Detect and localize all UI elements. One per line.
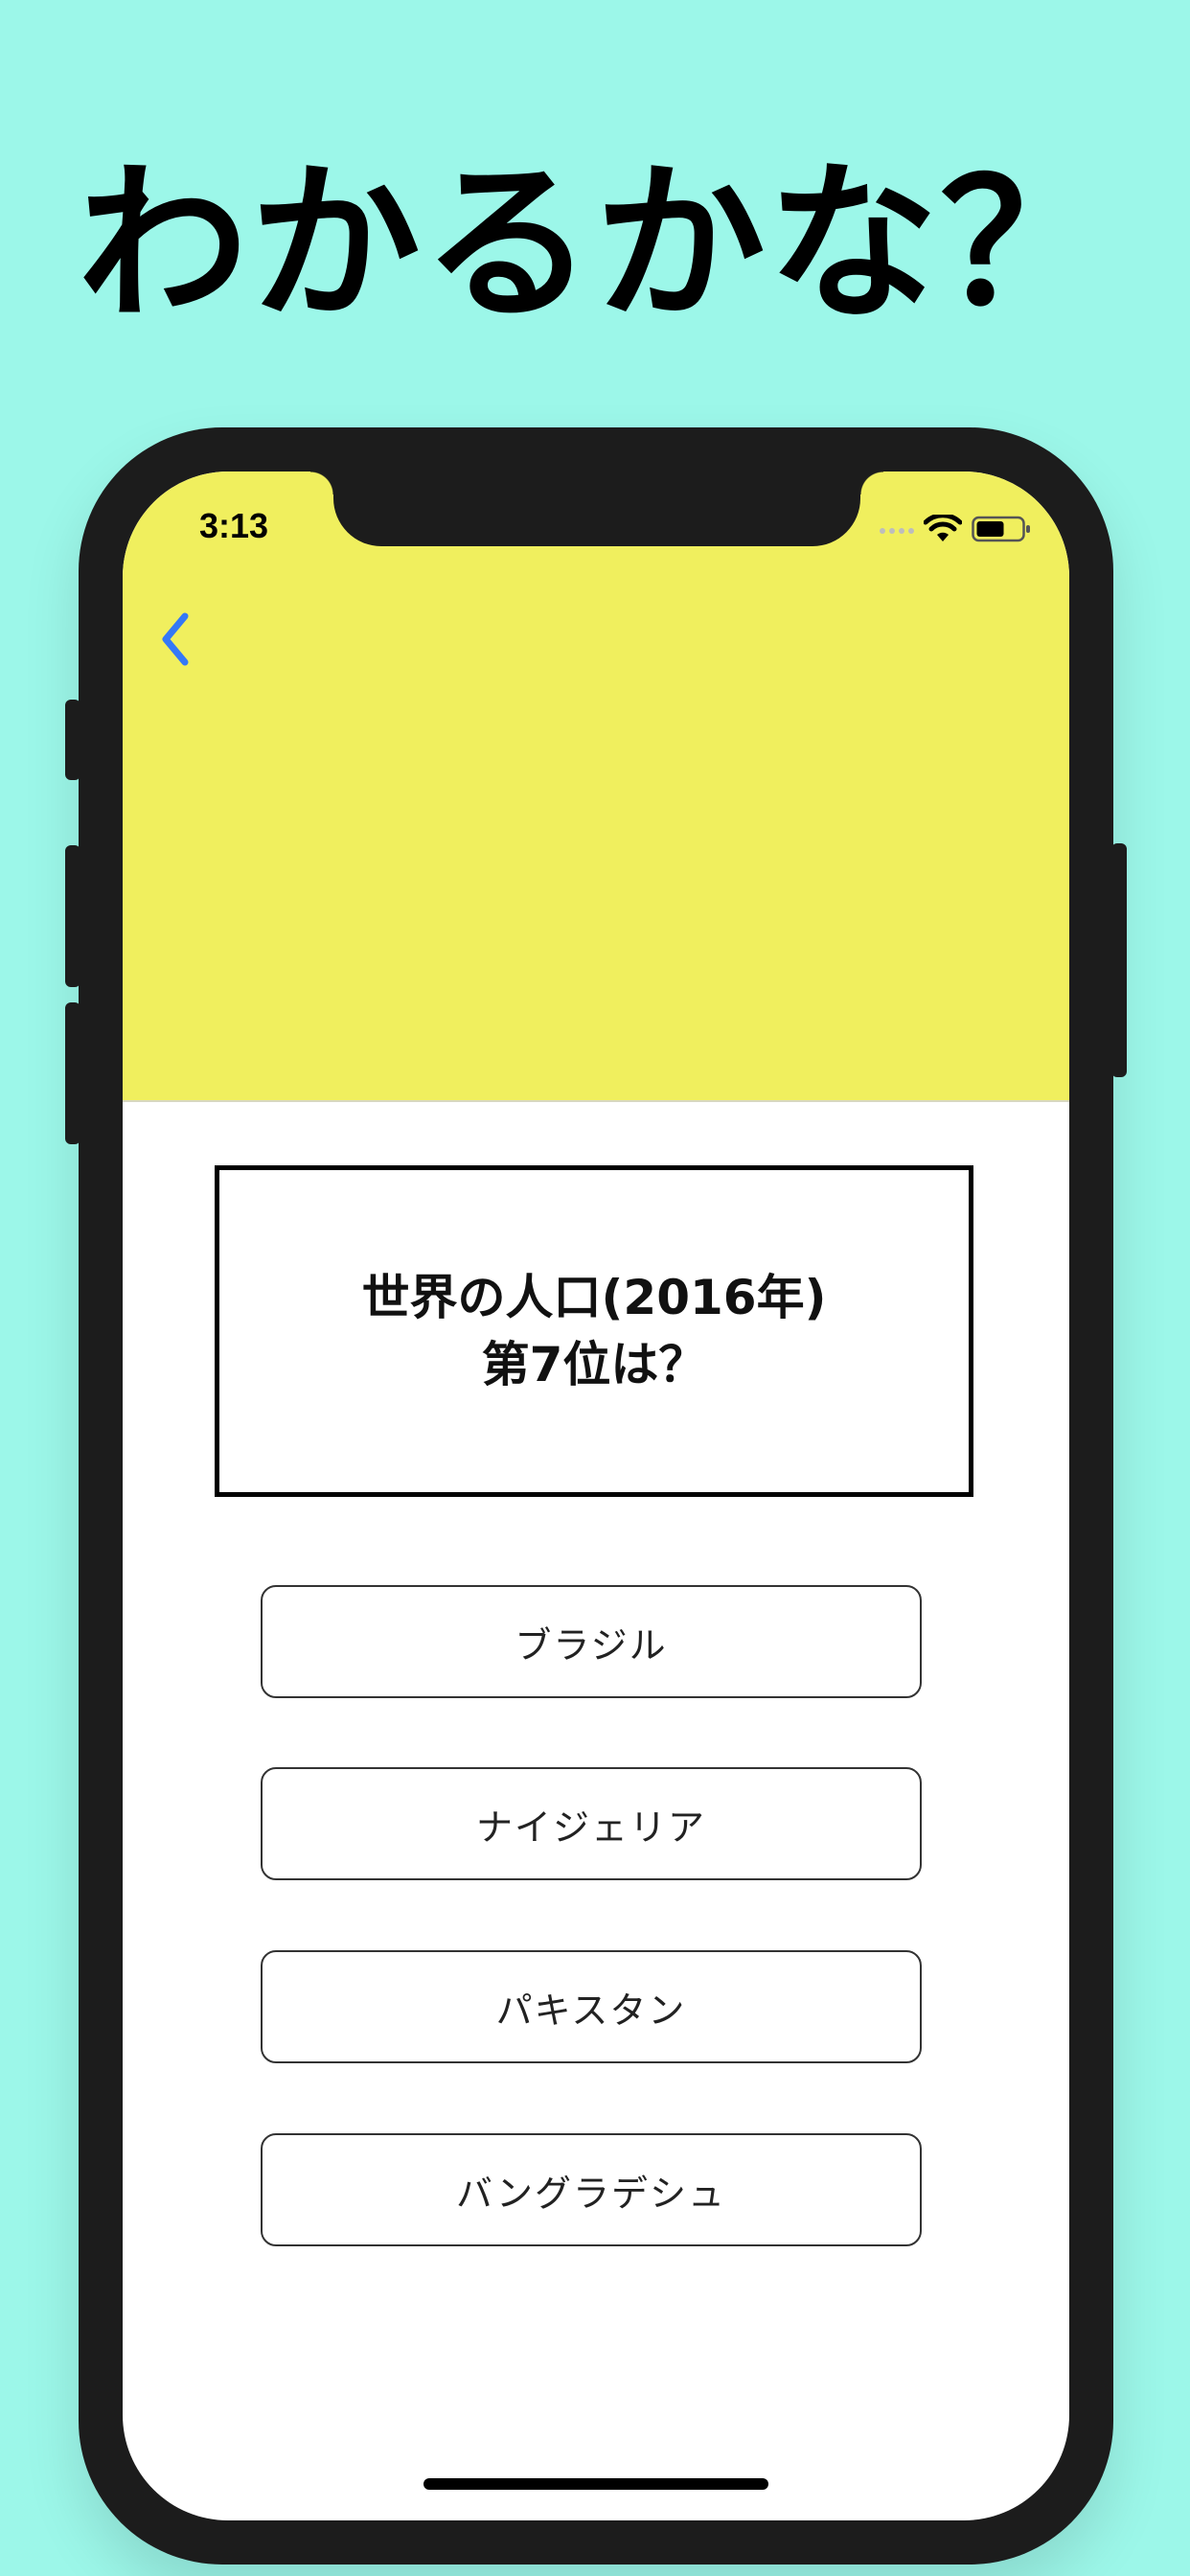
cellular-signal-icon bbox=[880, 524, 914, 534]
mute-switch bbox=[65, 700, 80, 780]
power-button bbox=[1111, 843, 1127, 1077]
answer-button-1[interactable]: ブラジル bbox=[261, 1585, 922, 1698]
chevron-left-icon bbox=[162, 612, 189, 666]
navigation-bar: 3:13 bbox=[123, 472, 1069, 1102]
answer-button-2[interactable]: ナイジェリア bbox=[261, 1767, 922, 1880]
question-text-line2: 第7位は？ bbox=[481, 1337, 707, 1392]
status-time: 3:13 bbox=[199, 506, 269, 545]
back-button[interactable] bbox=[142, 606, 209, 673]
status-icons bbox=[880, 510, 1031, 548]
promo-headline: わかるかな？ bbox=[78, 145, 1112, 343]
volume-up-button bbox=[65, 845, 80, 987]
question-text-line1: 世界の人口(2016年) bbox=[361, 1270, 827, 1325]
app-screen: 3:13 世界の人口(2016年) 第7位は？ ブラジル ナイジェリア パキスタ… bbox=[123, 472, 1069, 2520]
answer-button-3[interactable]: パキスタン bbox=[261, 1950, 922, 2063]
battery-icon bbox=[972, 516, 1030, 542]
home-indicator[interactable] bbox=[423, 2478, 768, 2490]
notch bbox=[310, 472, 883, 546]
phone-frame: 3:13 世界の人口(2016年) 第7位は？ ブラジル ナイジェリア パキスタ… bbox=[65, 427, 1127, 2564]
wifi-icon bbox=[924, 515, 962, 541]
volume-down-button bbox=[65, 1002, 80, 1144]
answer-button-4[interactable]: バングラデシュ bbox=[261, 2133, 922, 2246]
question-box: 世界の人口(2016年) 第7位は？ bbox=[215, 1165, 973, 1497]
